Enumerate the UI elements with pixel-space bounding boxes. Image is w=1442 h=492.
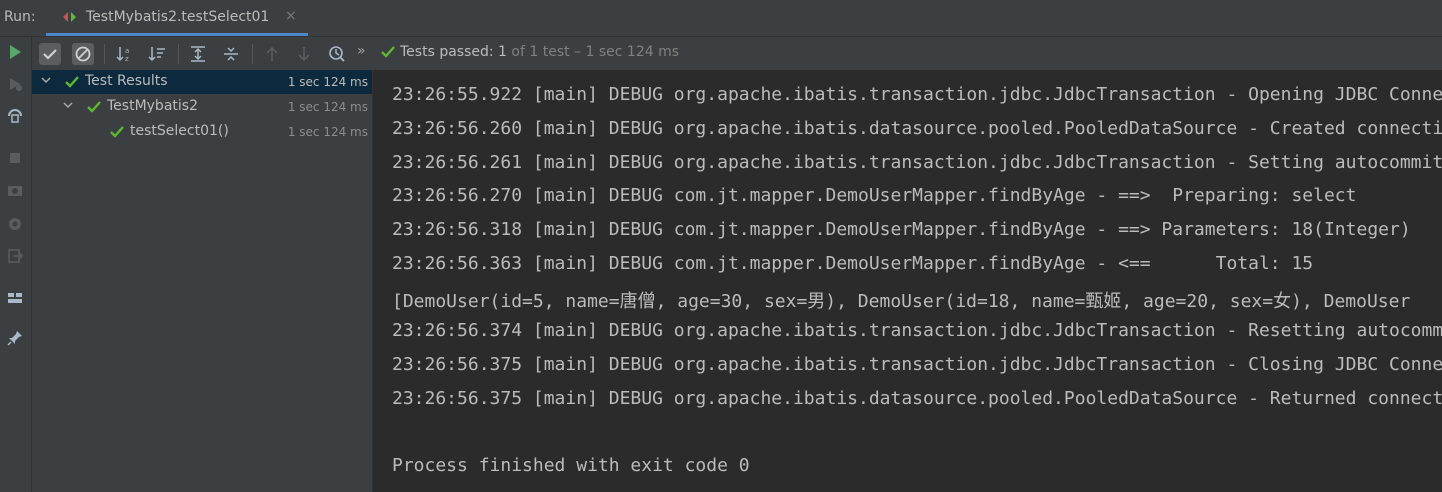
console-line: 23:26:56.375 [main] DEBUG org.apache.iba… [392,388,1442,409]
test-config-icon [62,10,78,24]
chevron-down-icon[interactable] [40,73,52,90]
passed-check-icon [380,44,396,64]
svg-text:z: z [125,55,129,63]
tree-row-label: TestMybatis2 [107,98,198,114]
toggle-auto-test-icon[interactable] [6,107,24,125]
tree-row-label: Test Results [85,73,168,89]
process-exit-line: Process finished with exit code 0 [392,455,750,476]
passed-check-icon [64,74,80,94]
tree-row-testselect01[interactable]: testSelect01() 1 sec 124 ms [32,120,372,144]
test-runner-toolbar: az » Tests passed: 1 of 1 test – 1 sec 1… [32,37,1442,70]
console-line: 23:26:56.374 [main] DEBUG org.apache.iba… [392,320,1442,341]
console-output[interactable]: 23:26:55.922 [main] DEBUG org.apache.iba… [373,70,1442,492]
console-line: 23:26:56.363 [main] DEBUG com.jt.mapper.… [392,253,1314,274]
rerun-failed-icon[interactable] [6,75,24,93]
previous-failed-icon[interactable] [261,43,283,65]
console-line: 23:26:56.270 [main] DEBUG com.jt.mapper.… [392,185,1357,206]
status-count: 1 [498,44,507,60]
more-actions-icon[interactable]: » [357,43,366,59]
test-history-icon[interactable] [326,43,348,65]
console-line: 23:26:56.260 [main] DEBUG org.apache.iba… [392,118,1442,139]
run-tool-window-header: Run: TestMybatis2.testSelect01 × [0,0,1442,37]
pin-tab-icon[interactable] [6,329,24,347]
rerun-icon[interactable] [6,43,24,61]
chevron-down-icon[interactable] [62,98,74,115]
console-line: 23:26:56.318 [main] DEBUG com.jt.mapper.… [392,219,1411,240]
console-line-result: [DemoUser(id=5, name=唐僧, age=30, sex=男),… [392,291,1411,312]
svg-text:a: a [125,47,129,55]
tree-row-test-results[interactable]: Test Results 1 sec 124 ms [32,70,372,94]
sort-by-duration-icon[interactable] [146,43,168,65]
expand-all-icon[interactable] [187,43,209,65]
console-line: 23:26:56.261 [main] DEBUG org.apache.iba… [392,152,1442,173]
restore-layout-icon[interactable] [6,289,24,307]
tree-row-time: 1 sec 124 ms [287,125,368,139]
settings-icon[interactable] [6,215,24,233]
show-passed-icon[interactable] [39,43,61,65]
next-failed-icon[interactable] [293,43,315,65]
close-icon[interactable]: × [285,8,297,24]
sort-alphabetically-icon[interactable]: az [114,43,136,65]
tree-row-time: 1 sec 124 ms [287,100,368,114]
tree-row-testmybatis2[interactable]: TestMybatis2 1 sec 124 ms [32,95,372,119]
tab-title: TestMybatis2.testSelect01 [86,9,270,25]
collapse-all-icon[interactable] [220,43,242,65]
run-tab[interactable]: TestMybatis2.testSelect01 × [46,0,308,36]
test-status-summary: Tests passed: 1 of 1 test – 1 sec 124 ms [400,44,679,60]
passed-check-icon [86,99,102,119]
run-label: Run: [4,9,36,25]
exit-icon[interactable] [6,247,24,265]
show-ignored-icon[interactable] [72,43,94,65]
tree-row-label: testSelect01() [130,123,229,139]
status-detail: of 1 test – 1 sec 124 ms [511,44,680,60]
passed-check-icon [109,124,125,144]
left-toolbar [0,37,32,492]
test-results-tree: Test Results 1 sec 124 ms TestMybatis2 1… [32,70,373,492]
console-line: 23:26:56.375 [main] DEBUG org.apache.iba… [392,354,1442,375]
dump-threads-icon[interactable] [6,181,24,199]
tree-row-time: 1 sec 124 ms [287,75,368,89]
status-label: Tests passed: [400,44,494,60]
stop-icon[interactable] [6,149,24,167]
console-line: 23:26:55.922 [main] DEBUG org.apache.iba… [392,84,1442,105]
